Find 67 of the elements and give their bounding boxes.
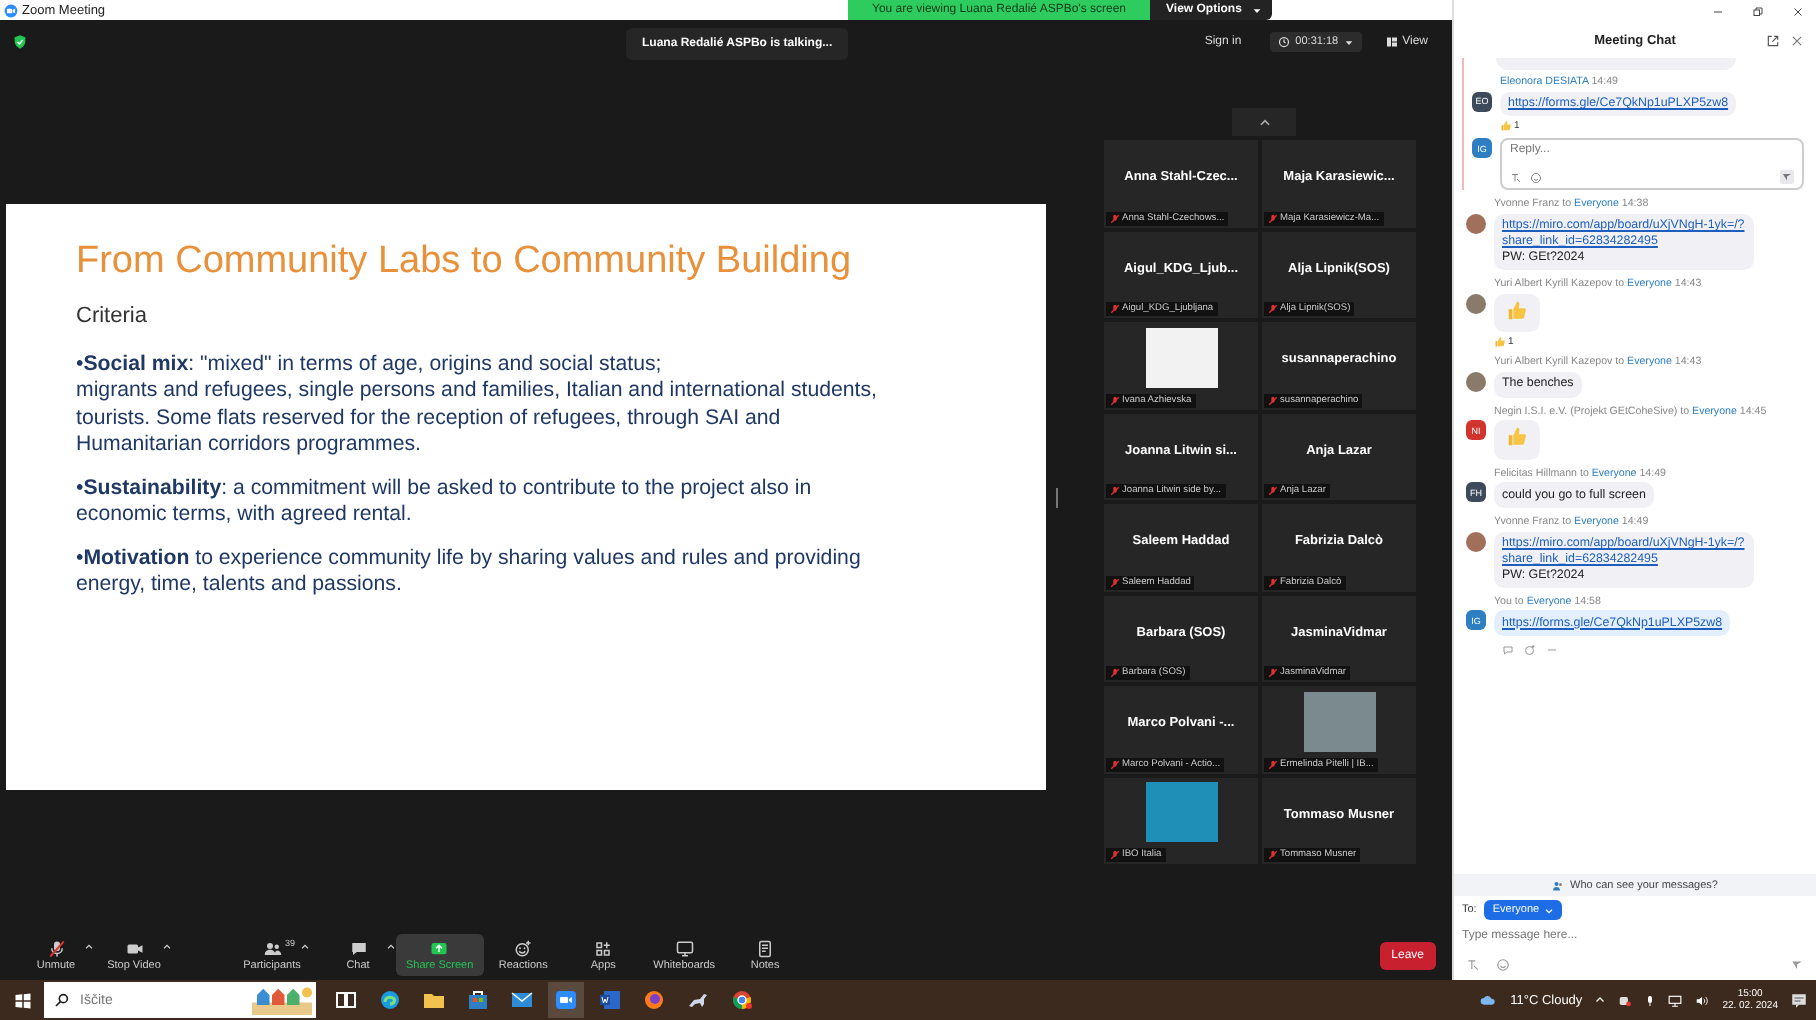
slide-bullet: •Social mix: "mixed" in terms of age, origins and social status; migrants and refugees, single persons and families, Italian and international students, tourists. Some flats reserved for the reception of refugees, through SAI and Humanitarian corridors programmes. (76, 352, 879, 460)
grid-icon (1386, 36, 1399, 48)
video-camera-icon (125, 939, 143, 957)
zoom-app-button[interactable] (548, 982, 584, 1018)
slide-bullet: •Sustainability: a commitment will be asked to contribute to the project also in economic terms, with agreed rental. (76, 475, 814, 530)
caret-icon (1344, 37, 1355, 47)
emoji-icon[interactable] (1496, 957, 1510, 971)
thumbs-up-icon (1506, 426, 1528, 448)
zoom-app-icon (554, 988, 578, 1012)
caret-button[interactable] (300, 942, 310, 952)
caret-button[interactable] (386, 942, 396, 952)
restore-icon[interactable] (1752, 6, 1764, 18)
chrome-browser-icon (730, 988, 754, 1012)
thumbs-up-icon (1506, 299, 1528, 321)
whiteboard-icon (675, 939, 694, 957)
chevron-down-icon (1543, 905, 1554, 915)
text-format-icon[interactable] (1510, 171, 1522, 184)
windows-logo-icon (13, 991, 31, 1009)
store-bag-icon (466, 988, 490, 1012)
share-screen-icon (430, 939, 449, 957)
microphone-icon[interactable] (1644, 993, 1657, 1007)
muted-microphone-icon (47, 939, 65, 957)
minimize-icon[interactable] (1712, 6, 1724, 18)
chevron-up-icon (1257, 115, 1271, 129)
tray-app-icon[interactable] (1618, 993, 1633, 1007)
clock-icon (1277, 36, 1290, 48)
emoji-icon[interactable] (1530, 171, 1542, 184)
slide-subtitle: Criteria (76, 304, 149, 328)
task-view-icon (334, 988, 358, 1012)
cloud-icon (1478, 992, 1499, 1008)
speaker-icon[interactable] (1694, 993, 1711, 1007)
folder-icon (422, 988, 446, 1012)
notes-icon (756, 939, 775, 957)
send-icon[interactable] (1780, 170, 1794, 185)
caret-up-icon (300, 942, 310, 952)
caret-up-icon (386, 942, 396, 952)
people-icon (263, 939, 281, 957)
chat-bubble-icon (349, 939, 367, 957)
firefox-browser-icon (642, 988, 666, 1012)
shield-icon[interactable] (12, 34, 28, 50)
mail-envelope-icon (510, 988, 534, 1012)
search-icon (54, 992, 70, 1008)
caret-up-icon (84, 942, 94, 952)
word-document-icon (598, 988, 622, 1012)
photo-placeholder (1303, 691, 1375, 752)
thumbs-up-icon (1494, 336, 1506, 349)
send-icon[interactable] (1790, 957, 1804, 971)
logo-placeholder (1145, 782, 1217, 843)
apps-icon (594, 939, 613, 957)
notification-icon[interactable] (1790, 991, 1808, 1009)
close-icon[interactable] (1792, 6, 1804, 18)
chevron-up-icon[interactable] (1594, 994, 1607, 1006)
caret-button[interactable] (84, 942, 94, 952)
edge-browser-icon (378, 988, 402, 1012)
caret-icon (1251, 5, 1262, 15)
slide-bullet: •Motivation to experience community life by sharing values and rules and providing energy, time, talents and passions. (76, 545, 863, 600)
pop-out-icon[interactable] (1766, 34, 1780, 48)
logo-placeholder (1145, 327, 1217, 388)
people-icon (1552, 879, 1564, 891)
thumbs-up-icon (1500, 120, 1512, 133)
caret-up-icon (162, 942, 172, 952)
beach-huts-drawing (252, 984, 312, 1016)
slide-title: From Community Labs to Community Building (76, 240, 854, 284)
smiley-icon (514, 939, 533, 957)
drag-handle-icon[interactable] (1054, 487, 1060, 507)
close-icon[interactable] (1790, 34, 1804, 48)
caret-button[interactable] (162, 942, 172, 952)
